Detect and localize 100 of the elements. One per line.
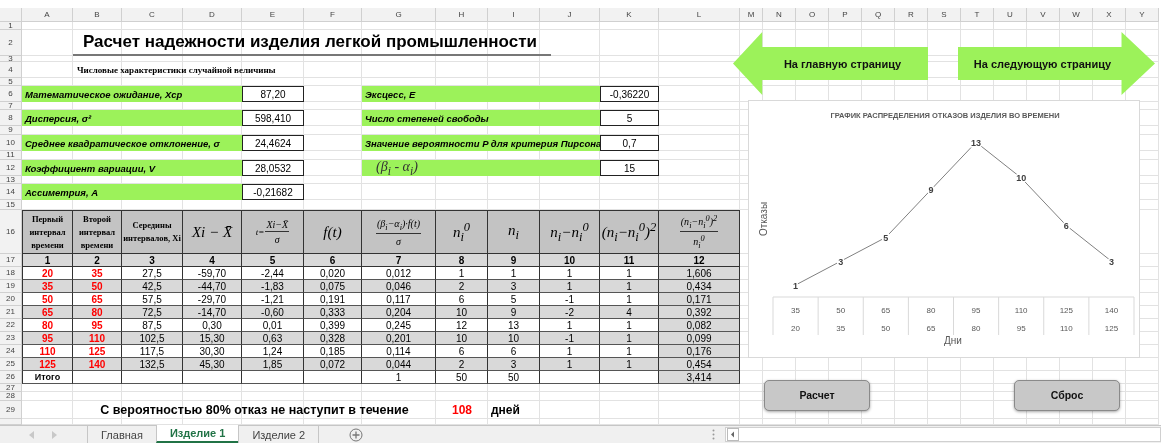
row-number[interactable]: 2 bbox=[0, 30, 22, 56]
table-cell: 117,5 bbox=[122, 345, 183, 358]
scroll-left-icon[interactable] bbox=[727, 428, 739, 441]
column-letter[interactable]: X bbox=[1093, 8, 1126, 22]
column-number: 3 bbox=[122, 254, 183, 267]
column-letter[interactable]: R bbox=[895, 8, 928, 22]
category-label: 20 bbox=[791, 324, 800, 333]
table-cell: 20 bbox=[22, 267, 73, 280]
horizontal-scrollbar[interactable] bbox=[725, 427, 1161, 442]
column-letter[interactable]: T bbox=[961, 8, 994, 22]
data-label: 6 bbox=[1063, 221, 1069, 231]
stat-value[interactable]: 87,20 bbox=[242, 86, 304, 102]
row-number[interactable]: 24 bbox=[0, 345, 22, 358]
column-letter[interactable]: E bbox=[242, 8, 304, 22]
column-letter[interactable]: U bbox=[994, 8, 1027, 22]
reset-button[interactable]: Сброс bbox=[1014, 379, 1120, 411]
column-letter[interactable]: L bbox=[659, 8, 740, 22]
table-cell: 102,5 bbox=[122, 332, 183, 345]
table-cell: 50 bbox=[73, 280, 122, 293]
column-letter[interactable]: H bbox=[436, 8, 488, 22]
table-cell: -2,44 bbox=[242, 267, 304, 280]
sheet-tab[interactable]: Изделие 2 bbox=[238, 426, 320, 443]
next-sheet-icon[interactable] bbox=[51, 430, 57, 439]
data-label: 5 bbox=[883, 232, 889, 243]
column-letter[interactable]: G bbox=[362, 8, 436, 22]
select-all-corner[interactable] bbox=[0, 8, 22, 22]
stat-value[interactable]: 28,0532 bbox=[242, 160, 304, 176]
stat-value[interactable]: 24,4624 bbox=[242, 135, 304, 151]
column-letter[interactable]: N bbox=[763, 8, 796, 22]
row-number[interactable]: 20 bbox=[0, 293, 22, 306]
previous-sheet-icon[interactable] bbox=[29, 430, 35, 439]
category-label: 35 bbox=[791, 306, 800, 315]
stat-label: Дисперсия, σ² bbox=[22, 110, 242, 126]
row-number[interactable]: 23 bbox=[0, 332, 22, 345]
add-sheet-icon[interactable] bbox=[349, 427, 364, 442]
home-arrow-button[interactable]: На главную страницу bbox=[733, 32, 928, 95]
category-label: 95 bbox=[1016, 324, 1026, 333]
row-number[interactable]: 10 bbox=[0, 135, 22, 151]
stat-label: Среднее квадратическое отклонение, σ bbox=[22, 135, 242, 151]
column-letter[interactable]: P bbox=[829, 8, 862, 22]
column-number: 4 bbox=[183, 254, 242, 267]
table-cell: 42,5 bbox=[122, 280, 183, 293]
sheet-tab[interactable]: Главная bbox=[87, 426, 156, 443]
row-number[interactable]: 21 bbox=[0, 306, 22, 319]
table-cell: -1 bbox=[540, 332, 600, 345]
column-letter[interactable]: Q bbox=[862, 8, 895, 22]
stat-value[interactable]: -0,36220 bbox=[600, 86, 659, 102]
row-number[interactable]: 16 bbox=[0, 210, 22, 254]
stat-value[interactable]: 15 bbox=[600, 160, 659, 176]
table-cell: 95 bbox=[22, 332, 73, 345]
column-letter[interactable]: J bbox=[540, 8, 600, 22]
column-letter[interactable]: M bbox=[740, 8, 763, 22]
row-number[interactable]: 12 bbox=[0, 160, 22, 176]
column-letter[interactable]: V bbox=[1027, 8, 1060, 22]
row-number[interactable]: 14 bbox=[0, 184, 22, 200]
stat-value[interactable]: 0,7 bbox=[600, 135, 659, 151]
table-cell: 9 bbox=[488, 306, 540, 319]
sheet-tab[interactable]: Изделие 1 bbox=[155, 425, 239, 443]
column-letter[interactable]: K bbox=[600, 8, 659, 22]
table-cell: 1 bbox=[600, 319, 659, 332]
column-number: 2 bbox=[73, 254, 122, 267]
next-arrow-button[interactable]: На следующую страницу bbox=[958, 32, 1155, 95]
category-label: 50 bbox=[836, 306, 846, 315]
row-number[interactable]: 8 bbox=[0, 110, 22, 126]
column-letter[interactable]: W bbox=[1060, 8, 1093, 22]
row-number[interactable]: 6 bbox=[0, 86, 22, 102]
row-number[interactable]: 18 bbox=[0, 267, 22, 280]
table-cell: 1 bbox=[540, 267, 600, 280]
column-letter[interactable]: C bbox=[122, 8, 183, 22]
row-number[interactable]: 1 bbox=[0, 22, 22, 30]
column-letter[interactable]: O bbox=[796, 8, 829, 22]
stat-value[interactable]: -0,21682 bbox=[242, 184, 304, 200]
table-cell: -29,70 bbox=[183, 293, 242, 306]
row-number[interactable]: 25 bbox=[0, 358, 22, 371]
column-letter[interactable]: F bbox=[304, 8, 362, 22]
column-letter[interactable]: S bbox=[928, 8, 961, 22]
row-number[interactable]: 4 bbox=[0, 62, 22, 78]
row-number[interactable]: 17 bbox=[0, 254, 22, 267]
column-letter[interactable]: D bbox=[183, 8, 242, 22]
column-letter[interactable]: I bbox=[488, 8, 540, 22]
row-number[interactable]: 29 bbox=[0, 401, 22, 419]
stat-value[interactable]: 5 bbox=[600, 110, 659, 126]
row-number[interactable]: 7 bbox=[0, 102, 22, 110]
row-header[interactable] bbox=[0, 419, 22, 425]
column-letter[interactable]: B bbox=[73, 8, 122, 22]
more-icon[interactable] bbox=[712, 429, 715, 440]
table-cell: 13 bbox=[488, 319, 540, 332]
stat-value[interactable]: 598,410 bbox=[242, 110, 304, 126]
column-letter[interactable]: Y bbox=[1126, 8, 1159, 22]
row-number[interactable]: 26 bbox=[0, 371, 22, 384]
table-cell: 140 bbox=[73, 358, 122, 371]
row-number[interactable]: 19 bbox=[0, 280, 22, 293]
category-label: 65 bbox=[881, 306, 891, 315]
table-cell: 65 bbox=[22, 306, 73, 319]
table-cell: 0,30 bbox=[183, 319, 242, 332]
calculate-button[interactable]: Расчет bbox=[764, 379, 870, 411]
column-letter[interactable]: A bbox=[22, 8, 73, 22]
table-cell: 0,454 bbox=[659, 358, 740, 371]
row-number[interactable]: 22 bbox=[0, 319, 22, 332]
column-header: Середины интервалов, Xi bbox=[122, 210, 183, 254]
